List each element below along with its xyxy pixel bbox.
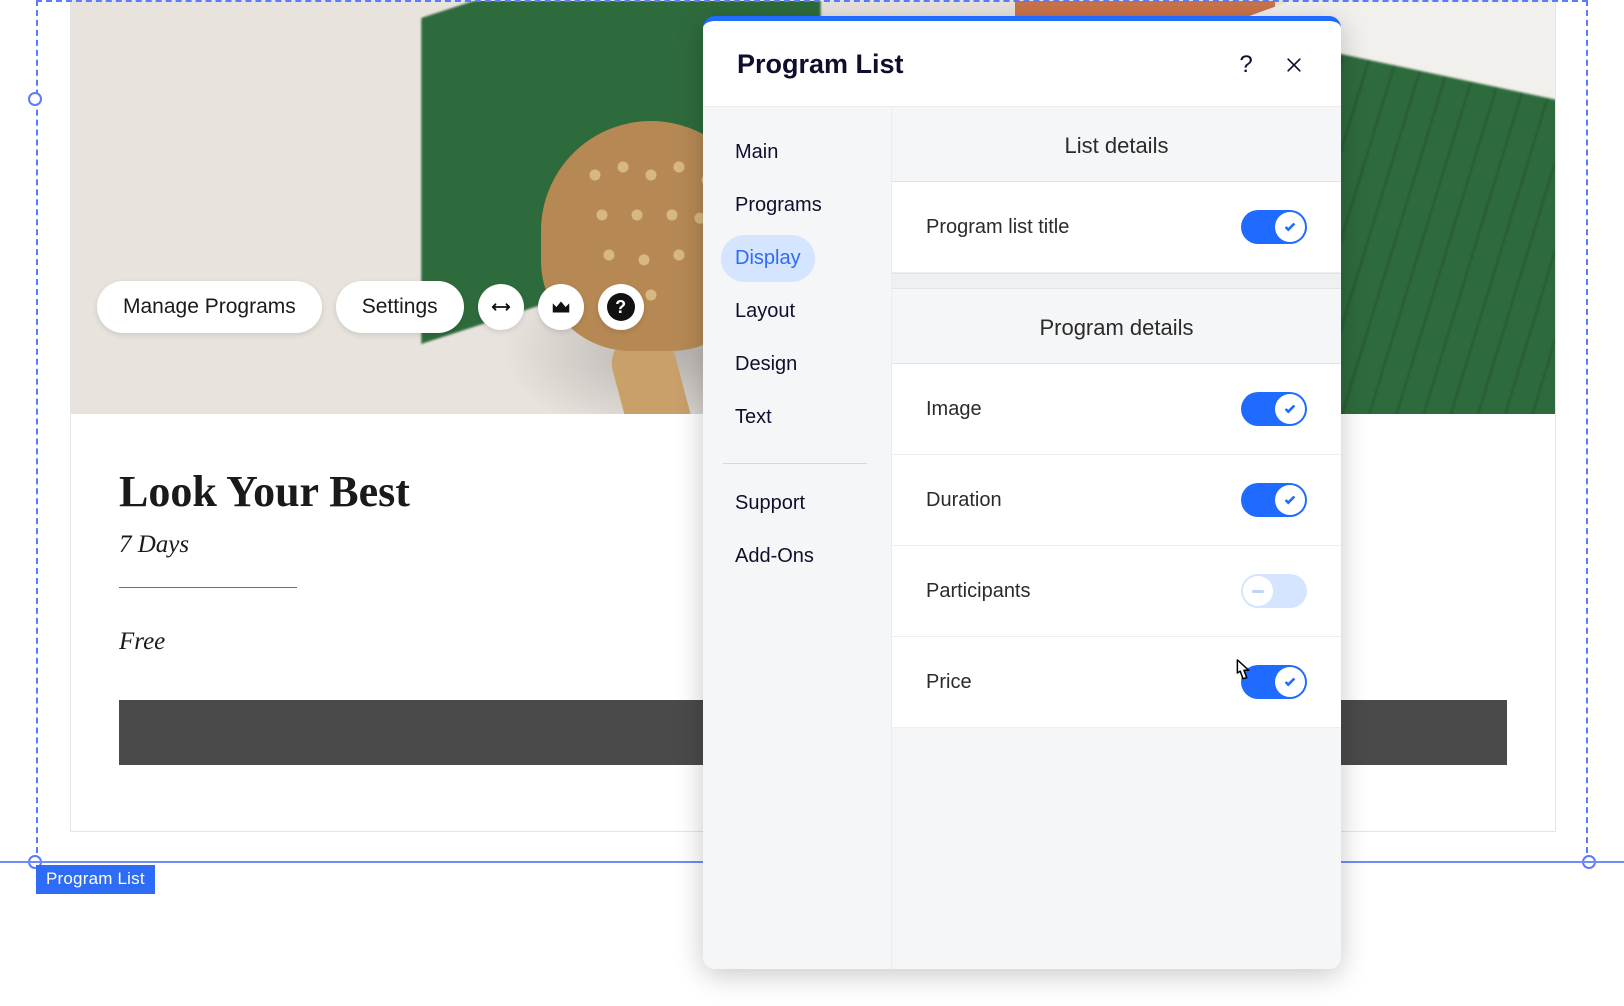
sidebar-item-support[interactable]: Support [721, 480, 819, 527]
divider [119, 587, 297, 588]
sidebar-item-text[interactable]: Text [721, 394, 786, 441]
toggle-duration[interactable] [1241, 483, 1307, 517]
row-label: Image [926, 398, 982, 421]
sidebar-item-main[interactable]: Main [721, 129, 792, 176]
program-details-row-price: Price [892, 637, 1341, 728]
settings-panel: Program List ? Main Programs Display Layout… [703, 16, 1341, 969]
sidebar-item-design[interactable]: Design [721, 341, 811, 388]
toggle-price[interactable] [1241, 665, 1307, 699]
section-heading-program-details: Program details [892, 289, 1341, 364]
list-details-row-program-list-title: Program list title [892, 182, 1341, 273]
settings-button[interactable]: Settings [336, 281, 464, 333]
panel-help-icon[interactable]: ? [1233, 52, 1259, 78]
panel-header: Program List ? [703, 21, 1341, 107]
panel-sidebar: Main Programs Display Layout Design Text Supp… [703, 107, 892, 969]
sidebar-item-programs[interactable]: Programs [721, 182, 836, 229]
section-heading-list-details: List details [892, 107, 1341, 182]
program-details-row-duration: Duration [892, 455, 1341, 546]
manage-programs-button[interactable]: Manage Programs [97, 281, 322, 333]
sidebar-separator [723, 463, 867, 464]
resize-handle[interactable] [28, 92, 42, 106]
sidebar-item-add-ons[interactable]: Add-Ons [721, 533, 828, 580]
panel-title: Program List [737, 49, 1211, 80]
sidebar-item-layout[interactable]: Layout [721, 288, 809, 335]
toggle-participants[interactable] [1241, 574, 1307, 608]
row-label: Duration [926, 489, 1002, 512]
stretch-icon[interactable] [478, 284, 524, 330]
row-label: Participants [926, 580, 1031, 603]
toggle-program-list-title[interactable] [1241, 210, 1307, 244]
component-toolbar: Manage Programs Settings ? [97, 281, 644, 333]
section-gap [892, 273, 1341, 289]
program-details-row-participants: Participants [892, 546, 1341, 637]
selection-label: Program List [36, 865, 155, 894]
crown-icon[interactable] [538, 284, 584, 330]
row-label: Price [926, 671, 972, 694]
sidebar-item-display[interactable]: Display [721, 235, 815, 282]
program-details-row-image: Image [892, 364, 1341, 455]
help-icon[interactable]: ? [598, 284, 644, 330]
close-icon[interactable] [1281, 52, 1307, 78]
toggle-image[interactable] [1241, 392, 1307, 426]
panel-content: List details Program list title Program … [892, 107, 1341, 969]
row-label: Program list title [926, 216, 1069, 239]
